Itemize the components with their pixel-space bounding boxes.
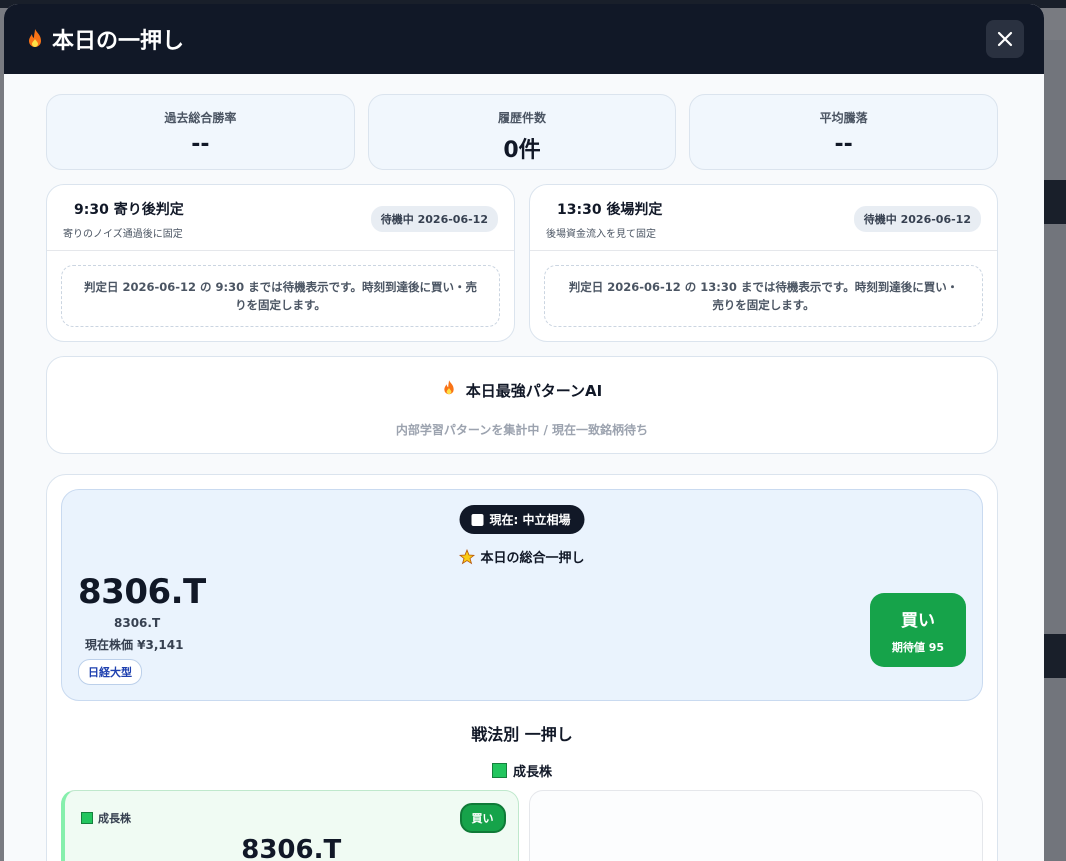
ai-title-text: 本日最強パターンAI <box>465 381 603 400</box>
stat-win-rate: 過去総合勝率 -- <box>46 94 355 170</box>
pick-heading: 本日の総合一押し <box>62 547 982 566</box>
strategy-buy-badge[interactable]: 買い <box>459 803 506 833</box>
strategy-group-text: 成長株 <box>512 765 552 780</box>
ai-subtitle: 内部学習パターンを集計中 / 現在一致銘柄待ち <box>395 423 649 437</box>
status-badge: 待機中 2026-06-12 <box>853 206 981 232</box>
overall-pick-card: 現在: 中立相場 本日の総合一押し 8306.T 8306.T 現在株価 ¥3,… <box>61 489 983 701</box>
pick-price: 現在株価 ¥3,141 <box>85 638 184 652</box>
strategy-ticker: 8306.T <box>241 835 342 861</box>
stat-value: -- <box>191 132 210 157</box>
judgment-note: 判定日 2026-06-12 の 9:30 までは待機表示です。時刻到達後に買い… <box>61 265 500 327</box>
market-status-text: 現在: 中立相場 <box>489 513 571 527</box>
expectation-value: 期待値 95 <box>891 641 945 654</box>
close-icon <box>997 31 1013 47</box>
pick-section: 現在: 中立相場 本日の総合一押し 8306.T 8306.T 現在株価 ¥3,… <box>46 474 998 861</box>
pick-ticker-sub: 8306.T <box>114 616 161 630</box>
judgment-header: 13:30 後場判定 後場資金流入を見て固定 待機中 2026-06-12 <box>530 185 997 251</box>
stats-row: 過去総合勝率 -- 履歴件数 0件 平均騰落 -- <box>46 94 999 170</box>
buy-signal-button[interactable]: 買い 期待値 95 <box>870 593 966 667</box>
green-square-icon <box>81 812 93 824</box>
stat-value: -- <box>834 132 853 157</box>
strategy-card-growth[interactable]: 成長株 買い 8306.T <box>61 790 519 861</box>
stat-label: 平均騰落 <box>819 111 868 125</box>
strategy-title: 戦法別 一押し <box>471 725 573 744</box>
strategy-card-label-text: 成長株 <box>98 812 131 825</box>
stat-label: 過去総合勝率 <box>164 111 237 125</box>
stat-average-change: 平均騰落 -- <box>689 94 999 170</box>
judgment-card-morning: 9:30 寄り後判定 寄りのノイズ通過後に固定 待機中 2026-06-12 判… <box>46 184 515 342</box>
strategy-card-label: 成長株 <box>81 810 131 826</box>
today-pick-modal: 本日の一押し 過去総合勝率 -- 履歴件数 0件 平均騰落 -- 9:30 寄り… <box>4 4 1044 861</box>
stat-value: 0件 <box>503 138 541 163</box>
modal-title-text: 本日の一押し <box>52 29 185 54</box>
pick-tag: 日経大型 <box>78 659 142 685</box>
strongest-pattern-ai-card: 本日最強パターンAI 内部学習パターンを集計中 / 現在一致銘柄待ち <box>46 356 998 454</box>
pick-ticker: 8306.T <box>78 572 206 612</box>
flame-icon <box>26 28 44 50</box>
strategy-card-empty <box>528 790 983 861</box>
pick-heading-text: 本日の総合一押し <box>480 551 585 566</box>
ai-title: 本日最強パターンAI <box>47 379 997 401</box>
close-button[interactable] <box>986 20 1024 58</box>
modal-content: 過去総合勝率 -- 履歴件数 0件 平均騰落 -- 9:30 寄り後判定 寄りの… <box>46 94 999 861</box>
stat-history-count: 履歴件数 0件 <box>367 94 677 170</box>
buy-label: 買い <box>901 611 935 631</box>
modal-body: 過去総合勝率 -- 履歴件数 0件 平均騰落 -- 9:30 寄り後判定 寄りの… <box>4 74 1044 861</box>
status-badge: 待機中 2026-06-12 <box>370 206 498 232</box>
judgment-row: 9:30 寄り後判定 寄りのノイズ通過後に固定 待機中 2026-06-12 判… <box>46 184 998 342</box>
modal-header: 本日の一押し <box>4 4 1044 74</box>
market-status-badge: 現在: 中立相場 <box>459 505 585 534</box>
stat-label: 履歴件数 <box>498 111 547 125</box>
judgment-header: 9:30 寄り後判定 寄りのノイズ通過後に固定 待機中 2026-06-12 <box>47 185 514 251</box>
modal-title: 本日の一押し <box>26 23 184 55</box>
flame-icon <box>442 379 460 401</box>
judgment-note: 判定日 2026-06-12 の 13:30 までは待機表示です。時刻到達後に買… <box>544 265 983 327</box>
strategy-cards: 成長株 買い 8306.T <box>61 790 983 861</box>
green-square-icon <box>491 763 507 778</box>
strategy-group-label: 成長株 <box>61 761 983 780</box>
star-icon <box>459 548 476 565</box>
judgment-card-afternoon: 13:30 後場判定 後場資金流入を見て固定 待機中 2026-06-12 判定… <box>529 184 998 342</box>
square-icon <box>471 513 484 526</box>
